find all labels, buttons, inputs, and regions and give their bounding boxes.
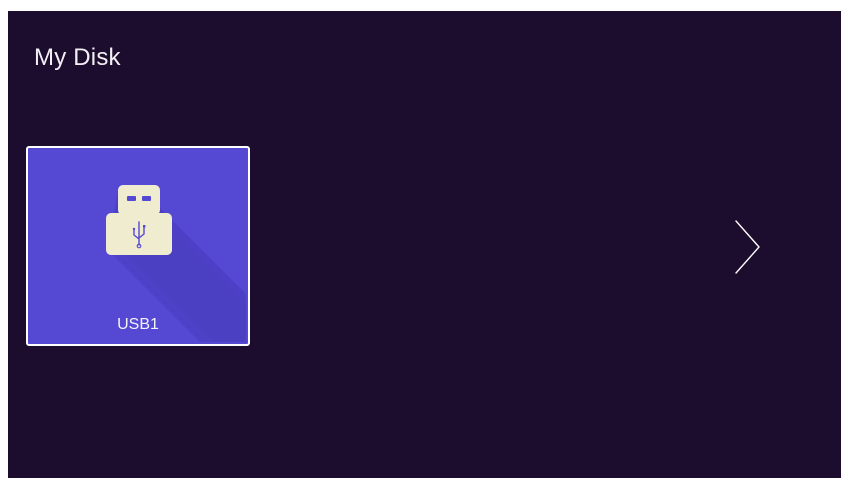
disk-tile-usb1[interactable]: USB1	[26, 146, 250, 346]
usb-symbol-right-end	[143, 225, 146, 228]
usb-drive-icon	[106, 185, 246, 342]
disk-tile-content: USB1	[30, 150, 246, 342]
disk-label: USB1	[117, 316, 159, 333]
page-title: My Disk	[34, 44, 121, 71]
chevron-right-icon[interactable]	[730, 215, 764, 279]
usb-connector-slot-right	[142, 196, 151, 201]
usb-connector-body	[118, 185, 160, 215]
usb-symbol-left-end	[132, 227, 136, 231]
usb-connector-slot-left	[127, 196, 136, 201]
disk-browser-screen: My Disk USB1	[8, 11, 841, 478]
